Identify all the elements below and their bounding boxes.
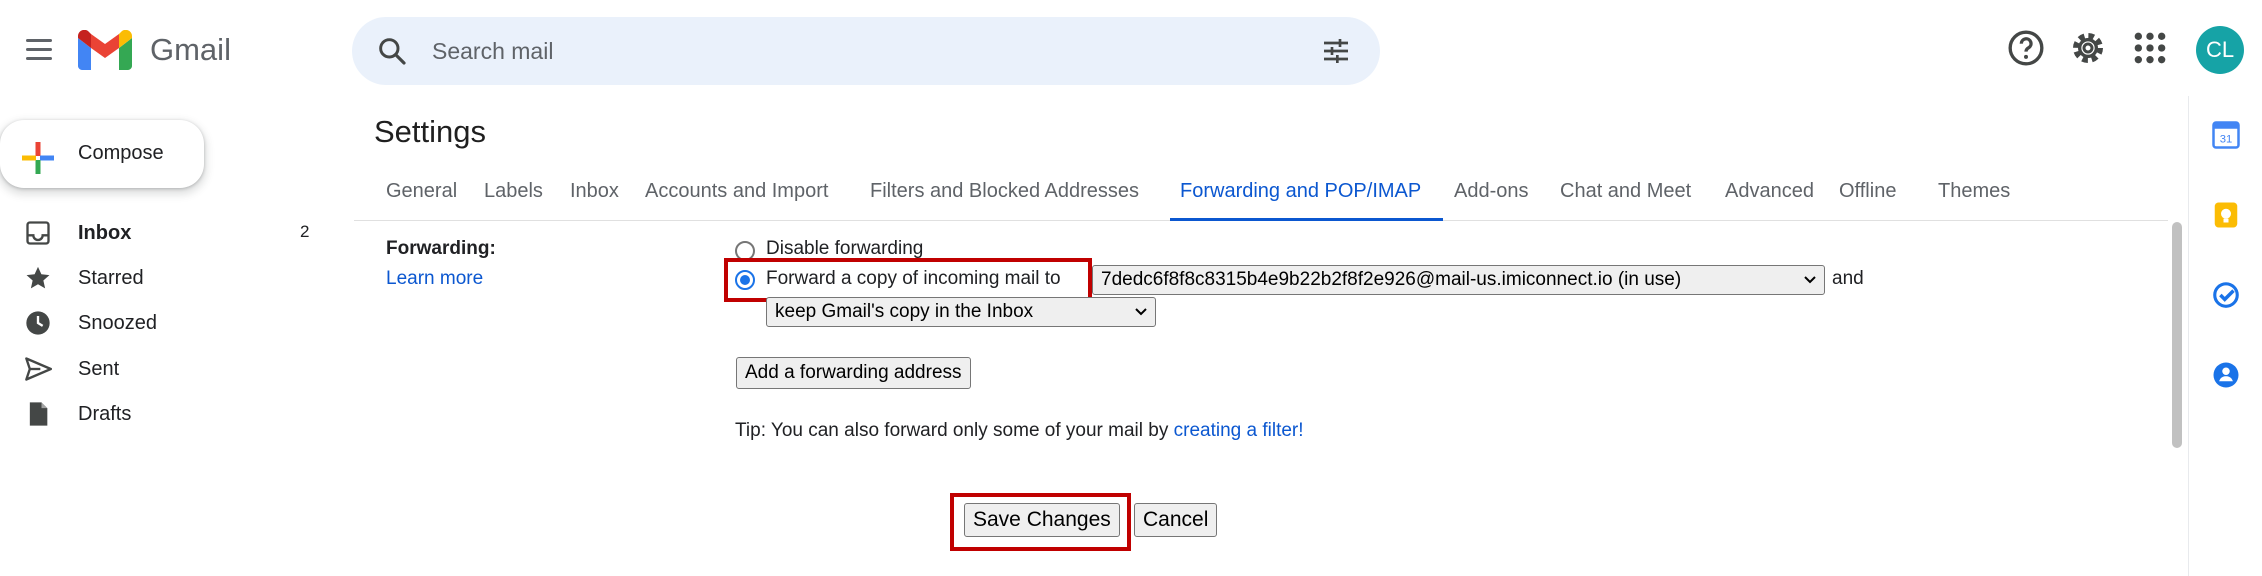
creating-filter-link[interactable]: creating a filter! — [1174, 420, 1304, 441]
search-options-icon[interactable] — [1320, 35, 1352, 67]
add-forwarding-address-button[interactable]: Add a forwarding address — [736, 357, 971, 389]
chevron-down-icon — [1804, 276, 1816, 284]
contacts-icon[interactable] — [2211, 360, 2241, 390]
learn-more-link[interactable]: Learn more — [386, 268, 483, 290]
tab-labels[interactable]: Labels — [484, 180, 543, 203]
compose-button[interactable]: Compose — [0, 120, 204, 188]
menu-icon — [26, 39, 52, 42]
copy-action-select[interactable]: keep Gmail's copy in the Inbox — [766, 297, 1156, 327]
cancel-button[interactable]: Cancel — [1134, 503, 1218, 537]
main-menu-button[interactable] — [18, 30, 58, 70]
tab-inbox[interactable]: Inbox — [570, 180, 619, 203]
inbox-icon — [26, 221, 50, 245]
gmail-wordmark: Gmail — [150, 32, 231, 67]
selected-copy-action: keep Gmail's copy in the Inbox — [775, 301, 1034, 322]
svg-text:31: 31 — [2220, 134, 2233, 146]
side-panel: 31 — [2188, 96, 2262, 576]
active-tab-indicator — [1170, 218, 1443, 221]
selected-address: 7dedc6f8f8c8315b4e9b22b2f8f2e926@mail-us… — [1101, 269, 1682, 290]
tab-advanced[interactable]: Advanced — [1725, 180, 1814, 203]
tab-offline[interactable]: Offline — [1839, 180, 1896, 203]
tab-themes[interactable]: Themes — [1938, 180, 2010, 203]
settings-tabs: General Labels Inbox Accounts and Import… — [354, 168, 2168, 221]
tab-accounts-and-import[interactable]: Accounts and Import — [645, 180, 828, 203]
chevron-down-icon — [1135, 308, 1147, 316]
forward-copy-label[interactable]: Forward a copy of incoming mail to — [766, 268, 1061, 290]
tip-text: Tip: You can also forward only some of y… — [735, 420, 1174, 441]
page-title: Settings — [374, 114, 487, 149]
nav-item-snoozed[interactable]: Snoozed — [0, 301, 330, 345]
forwarding-panel — [354, 222, 2168, 448]
and-text: and — [1832, 268, 1864, 289]
nav-item-inbox[interactable]: Inbox 2 — [0, 211, 330, 255]
tab-filters[interactable]: Filters and Blocked Addresses — [870, 180, 1139, 203]
keep-icon[interactable] — [2211, 200, 2241, 230]
apps-grid-icon[interactable] — [2130, 28, 2170, 68]
nav-label: Snoozed — [78, 312, 157, 334]
nav-item-drafts[interactable]: Drafts — [0, 392, 330, 436]
search-icon[interactable] — [376, 35, 408, 67]
search-input[interactable] — [432, 33, 1232, 69]
plus-icon — [22, 142, 54, 174]
clock-icon — [26, 311, 50, 335]
calendar-icon[interactable]: 31 — [2211, 120, 2241, 150]
top-bar: Gmail CL — [0, 0, 2262, 96]
tab-general[interactable]: General — [386, 180, 457, 203]
nav-label: Inbox — [78, 222, 132, 244]
avatar[interactable]: CL — [2196, 26, 2244, 74]
tasks-icon[interactable] — [2211, 280, 2241, 310]
nav-label: Drafts — [78, 403, 132, 425]
nav-item-starred[interactable]: Starred — [0, 256, 330, 300]
nav-label: Starred — [78, 267, 144, 289]
save-changes-button[interactable]: Save Changes — [964, 503, 1120, 537]
compose-label: Compose — [78, 142, 164, 164]
disable-forwarding-label[interactable]: Disable forwarding — [766, 238, 923, 260]
gmail-m-icon — [78, 30, 132, 70]
filter-tip: Tip: You can also forward only some of y… — [735, 420, 1304, 442]
gear-icon[interactable] — [2068, 28, 2108, 68]
nav-item-sent[interactable]: Sent — [0, 347, 330, 391]
unread-count: 2 — [300, 222, 310, 241]
forwarding-label: Forwarding: — [386, 238, 496, 259]
scrollbar[interactable] — [2172, 222, 2182, 448]
gmail-logo[interactable]: Gmail — [78, 28, 231, 72]
tab-chat-and-meet[interactable]: Chat and Meet — [1560, 180, 1691, 203]
star-icon — [26, 266, 50, 289]
tab-add-ons[interactable]: Add-ons — [1454, 180, 1529, 203]
tab-forwarding-pop-imap[interactable]: Forwarding and POP/IMAP — [1180, 180, 1421, 203]
send-icon — [25, 357, 52, 381]
nav-label: Sent — [78, 358, 120, 380]
forwarding-address-select[interactable]: 7dedc6f8f8c8315b4e9b22b2f8f2e926@mail-us… — [1092, 265, 1825, 295]
search-bar[interactable] — [352, 17, 1380, 85]
draft-icon — [29, 402, 48, 426]
forward-copy-radio[interactable] — [735, 270, 755, 290]
help-icon[interactable] — [2006, 28, 2046, 68]
